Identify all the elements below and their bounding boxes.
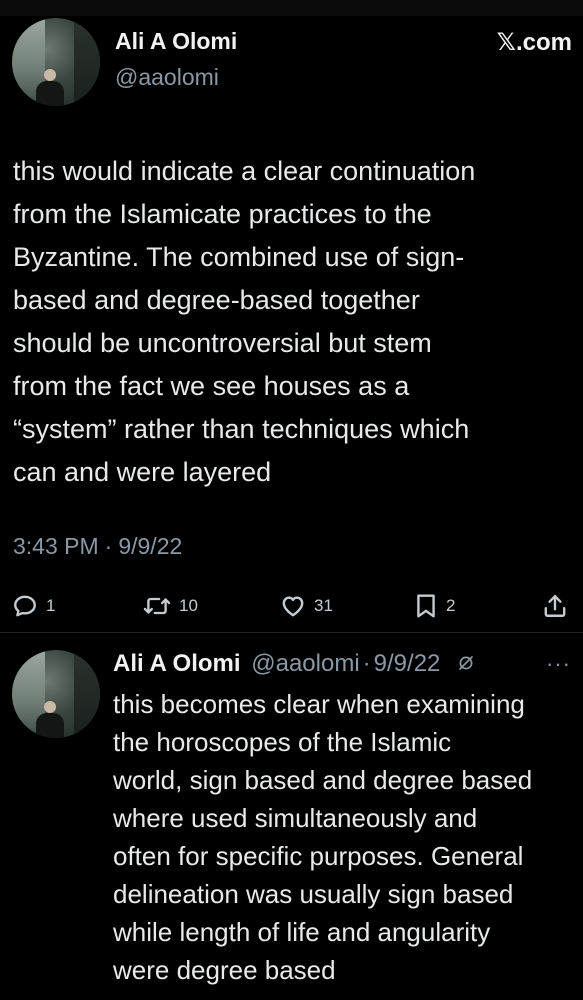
tweet-date: 9/9/22 — [118, 533, 183, 559]
reply-avatar[interactable] — [12, 650, 100, 738]
reply-text-line: the horoscopes of the Islamic — [113, 727, 452, 757]
author-display-name[interactable]: Ali A Olomi — [115, 28, 237, 55]
grok-icon[interactable] — [457, 649, 475, 681]
like-button[interactable]: 31 — [280, 588, 333, 624]
bookmark-count: 2 — [446, 596, 456, 615]
reply-text-line: often for specific purposes. General — [113, 841, 524, 871]
tweet-text-line: Byzantine. The combined use of sign- — [13, 242, 465, 272]
avatar[interactable] — [12, 18, 100, 106]
top-strip — [0, 0, 583, 16]
tweet-divider — [0, 632, 583, 633]
bookmark-icon — [414, 593, 438, 619]
timestamp-separator: · — [104, 533, 113, 559]
author-handle[interactable]: @aaolomi — [115, 64, 219, 91]
like-count: 31 — [314, 596, 333, 615]
reply-author-display-name[interactable]: Ali A Olomi — [113, 650, 241, 677]
reply-header: Ali A Olomi @aaolomi · 9/9/22 — [113, 648, 583, 681]
reply-text-line: delineation was usually sign based — [113, 879, 514, 909]
tweet-timestamp[interactable]: 3:43 PM · 9/9/22 — [13, 533, 182, 560]
bookmark-button[interactable]: 2 — [414, 588, 455, 624]
tweet-actions: 1 10 31 2 — [0, 588, 583, 624]
tweet-text-line: from the Islamicate practices to the — [13, 199, 432, 229]
tweet-text-line: “system” rather than techniques which — [13, 414, 470, 444]
x-brand-logo: 𝕏.com — [496, 29, 572, 56]
reply-text-line: world, sign based and degree based — [113, 765, 533, 795]
more-icon[interactable]: ··· — [546, 653, 571, 675]
tweet-header: Ali A Olomi @aaolomi 𝕏.com — [12, 16, 572, 106]
share-icon — [542, 593, 568, 619]
reply-button[interactable]: 1 — [12, 588, 55, 624]
reply-text: this becomes clear when examining the ho… — [113, 685, 583, 989]
retweet-count: 10 — [179, 596, 198, 615]
reply-date[interactable]: 9/9/22 — [374, 650, 441, 677]
reply-text-line: were degree based — [113, 955, 336, 985]
reply-text-line: while length of life and angularity — [113, 917, 491, 947]
share-button[interactable] — [542, 588, 568, 624]
tweet-time: 3:43 PM — [13, 533, 99, 559]
tweet-text-line: should be uncontroversial but stem — [13, 328, 432, 358]
tweet-text-line: this would indicate a clear continuation — [13, 156, 476, 186]
tweet-text-line: from the fact we see houses as a — [13, 371, 410, 401]
retweet-button[interactable]: 10 — [143, 588, 198, 624]
tweet-text-line: based and degree-based together — [13, 285, 420, 315]
tweet-text-line: can and were layered — [13, 457, 272, 487]
reply-author-handle[interactable]: @aaolomi — [251, 650, 359, 677]
retweet-icon — [143, 593, 171, 619]
reply-count: 1 — [46, 596, 56, 615]
reply-text-line: this becomes clear when examining — [113, 689, 525, 719]
reply-separator: · — [362, 650, 371, 677]
reply-icon — [12, 593, 38, 619]
heart-icon — [280, 593, 306, 619]
reply-text-line: where used simultaneously and — [113, 803, 478, 833]
tweet-text: this would indicate a clear continuation… — [13, 150, 573, 494]
